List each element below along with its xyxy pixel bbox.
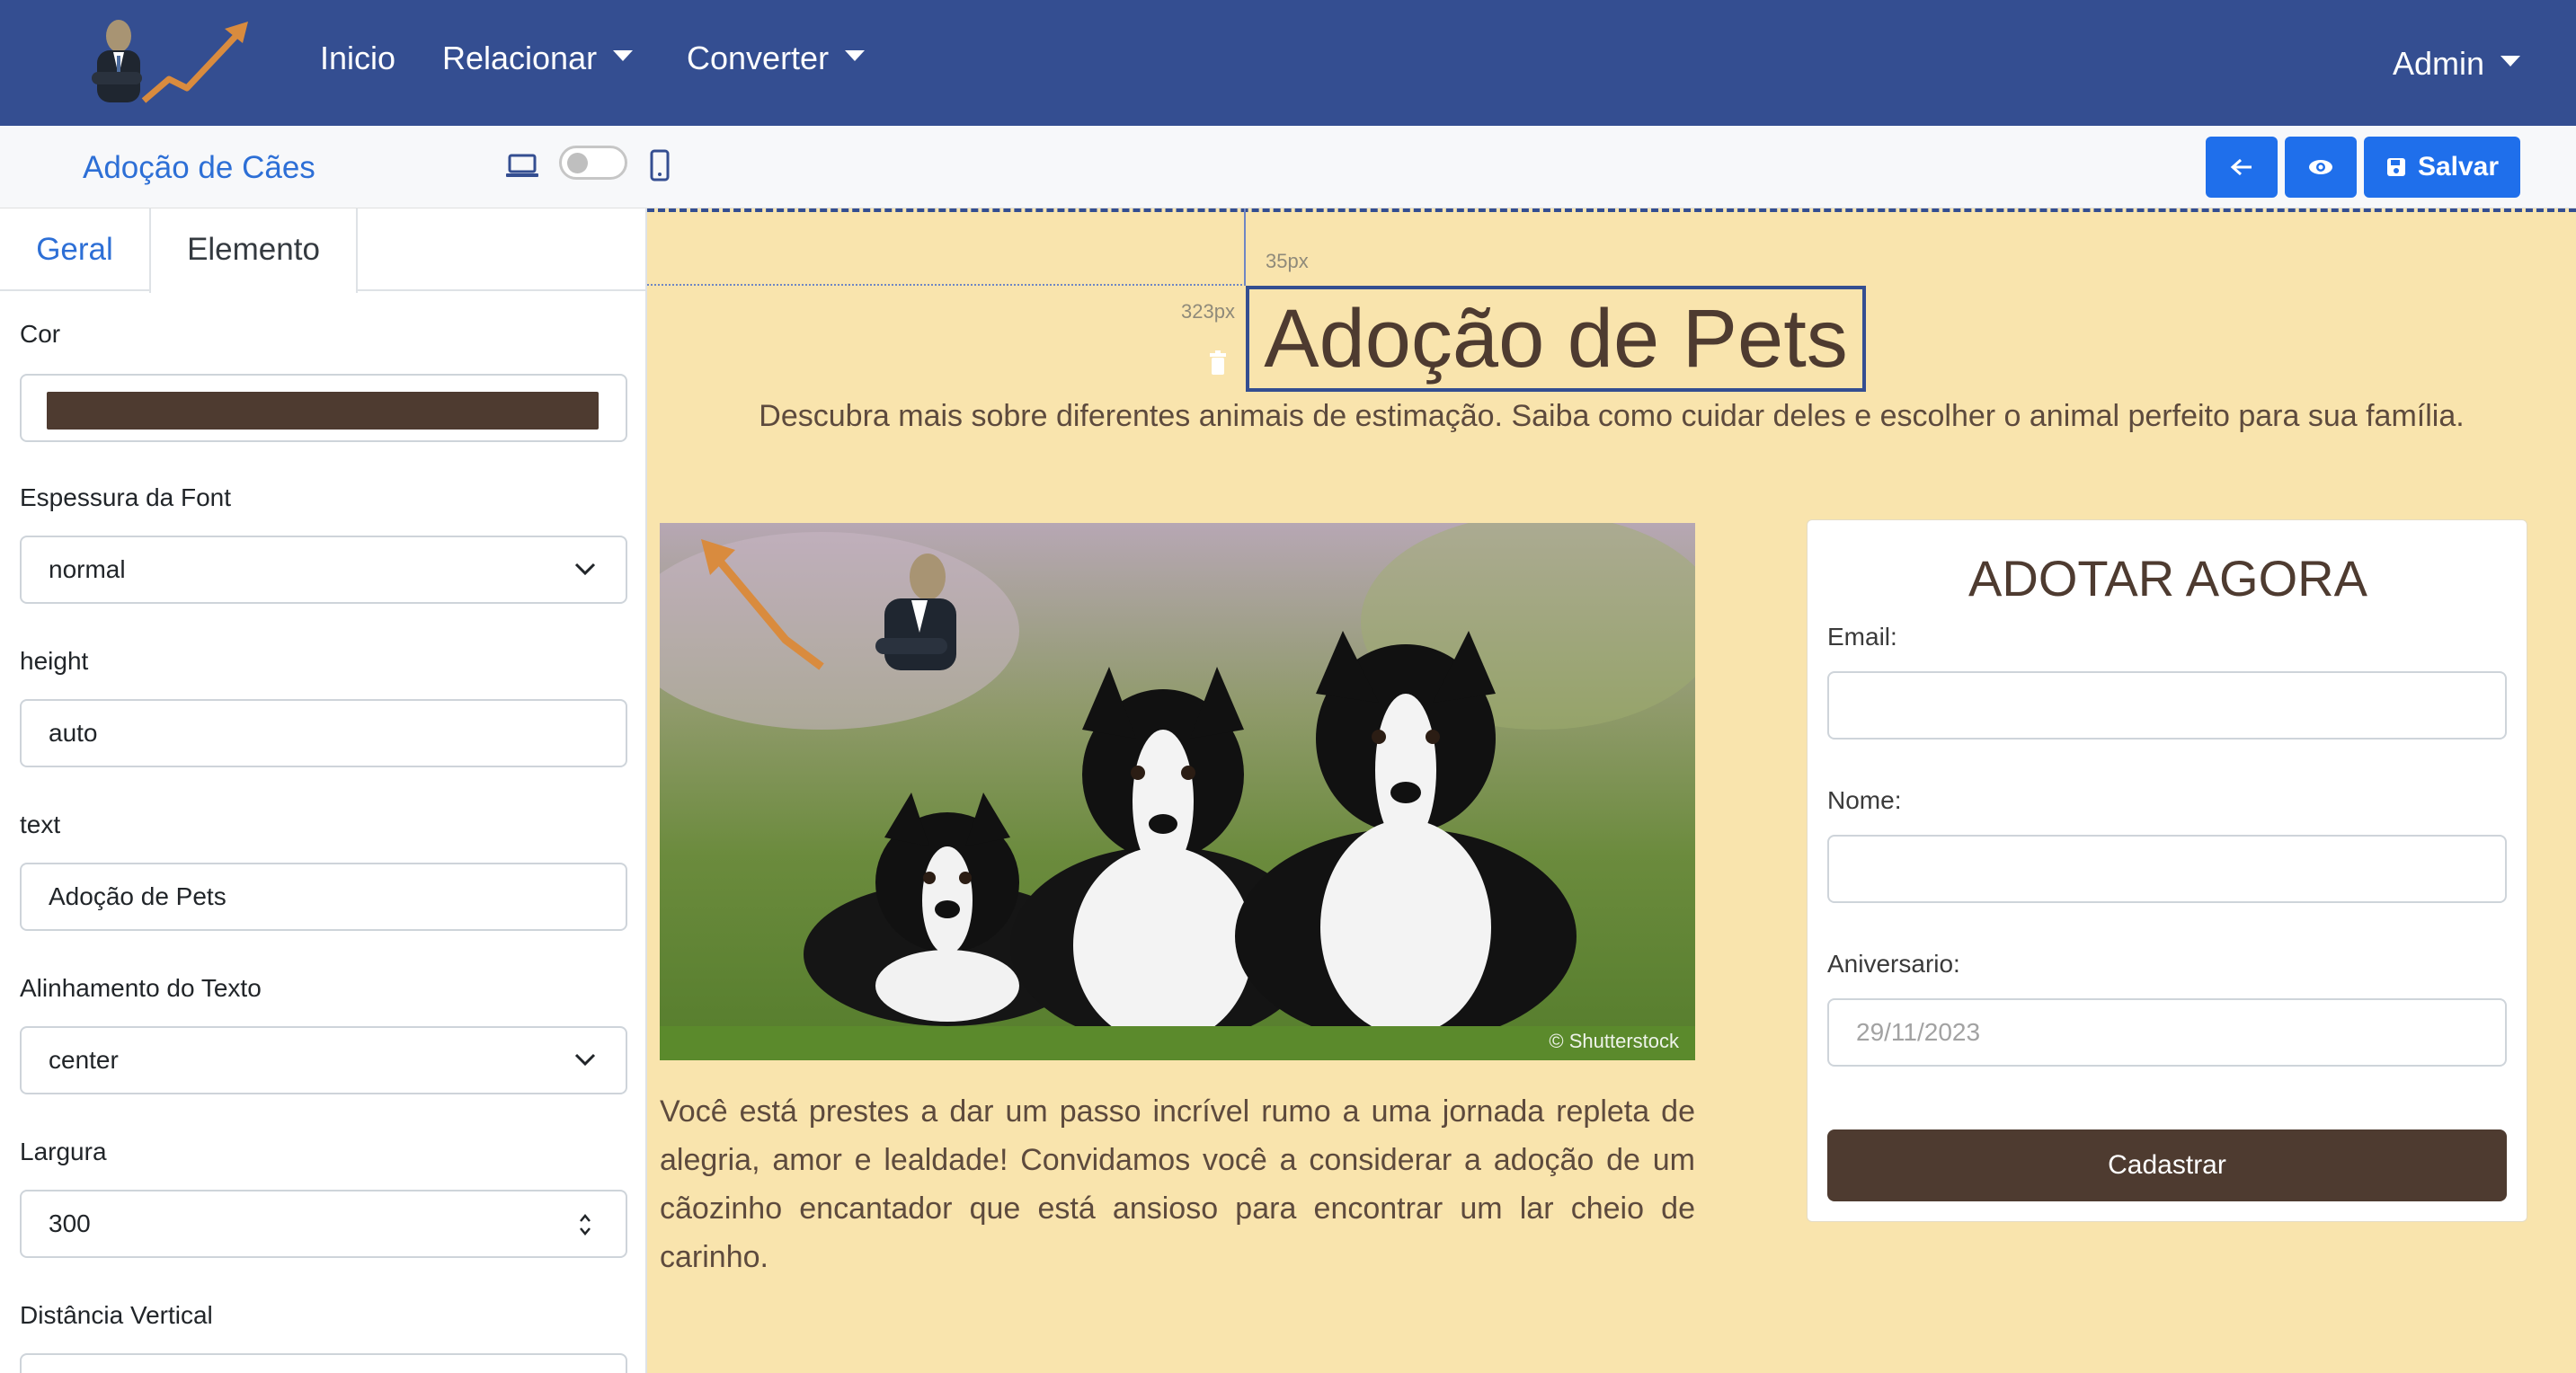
nav-link-label: Inicio [320,40,396,76]
canvas-top-border [647,208,2576,212]
eye-icon [2309,160,2332,174]
properties-sidebar: Geral Elemento Cor Espessura da Font nor… [0,208,647,1373]
caret-down-icon [2500,56,2521,66]
back-button[interactable] [2206,137,2278,198]
top-navbar: Inicio Relacionar Converter Admin [0,0,2576,126]
text-value: Adoção de Pets [49,882,227,910]
text-label: text [20,811,61,838]
height-label: height [20,647,89,675]
vertical-distance-label: Distância Vertical [20,1301,213,1329]
nav-link-label: Relacionar [442,40,598,76]
page-title: Adoção de Cães [83,150,315,185]
email-label: Email: [1827,623,1897,651]
email-field[interactable] [1827,671,2507,740]
caret-down-icon [613,50,634,61]
height-value: auto [49,719,98,747]
save-button[interactable]: Salvar [2364,137,2520,198]
user-menu-admin[interactable]: Admin [2393,41,2521,86]
birthday-date-value: 29/11/2023 [1856,1018,1981,1046]
save-button-label: Salvar [2417,152,2500,182]
name-field[interactable] [1827,835,2507,903]
nav-dropdown-converter[interactable]: Converter [687,36,866,81]
mobile-phone-icon[interactable] [649,149,671,186]
intro-paragraph[interactable]: Você está prestes a dar um passo incríve… [660,1087,1695,1281]
width-label: Largura [20,1138,107,1165]
text-input[interactable]: Adoção de Pets [20,863,627,931]
trash-icon[interactable] [1208,350,1228,380]
chevron-down-icon [574,562,596,576]
width-value: 300 [49,1209,91,1237]
brand-logo[interactable] [81,16,261,110]
user-menu-label: Admin [2393,45,2485,82]
spinner-arrows-icon[interactable] [577,1209,593,1240]
nav-link-inicio[interactable]: Inicio [320,36,395,81]
font-weight-label: Espessura da Font [20,483,232,511]
top-distance-label: 35px [1266,250,1309,272]
nav-dropdown-relacionar[interactable]: Relacionar [442,36,634,81]
image-credit: © Shutterstock [1549,1030,1679,1052]
width-number-input[interactable]: 300 [20,1190,627,1258]
color-label: Cor [20,320,61,348]
tab-elemento[interactable]: Elemento [149,208,358,293]
font-weight-select[interactable]: normal [20,536,627,604]
chevron-down-icon [574,1053,596,1067]
watermark-logo [687,532,956,698]
nav-link-label: Converter [687,40,830,76]
floppy-disk-icon [2386,158,2405,176]
color-picker-field[interactable] [20,374,627,442]
selected-heading-element[interactable]: Adoção de Pets [1246,286,1866,392]
form-title: ADOTAR AGORA [1968,550,2367,607]
birthday-date-field[interactable]: 29/11/2023 [1827,998,2507,1067]
left-distance-label: 323px [1181,300,1235,323]
submit-button[interactable]: Cadastrar [1827,1129,2507,1201]
preview-button[interactable] [2285,137,2357,198]
name-label: Nome: [1827,786,1902,814]
editor-toolbar: Adoção de Cães [0,126,2576,208]
toggle-knob [567,153,588,173]
laptop-icon[interactable] [505,153,539,184]
sidebar-tabs: Geral Elemento [0,208,645,293]
vertical-guide [1244,208,1246,284]
hero-subtitle[interactable]: Descubra mais sobre diferentes animais d… [647,394,2576,438]
birthday-label: Aniversario: [1827,950,1960,978]
adoption-form-card[interactable]: ADOTAR AGORA Email: Nome: Aniversario: 2… [1807,519,2527,1222]
color-swatch [47,392,599,430]
tab-geral[interactable]: Geral [0,208,149,291]
caret-down-icon [845,50,866,61]
text-align-label: Alinhamento do Texto [20,974,262,1002]
text-align-select[interactable]: center [20,1026,627,1094]
height-input[interactable]: auto [20,699,627,767]
vertical-distance-input[interactable] [20,1353,627,1373]
page-canvas[interactable]: 35px 323px Adoção de Pets Descubra mais … [647,208,2576,1373]
font-weight-value: normal [49,555,126,583]
arrow-left-icon [2230,158,2252,176]
dogs-image[interactable]: © Shutterstock [660,523,1695,1060]
text-align-value: center [49,1046,119,1074]
device-toggle-switch[interactable] [559,146,627,180]
horizontal-guide [647,284,1246,286]
